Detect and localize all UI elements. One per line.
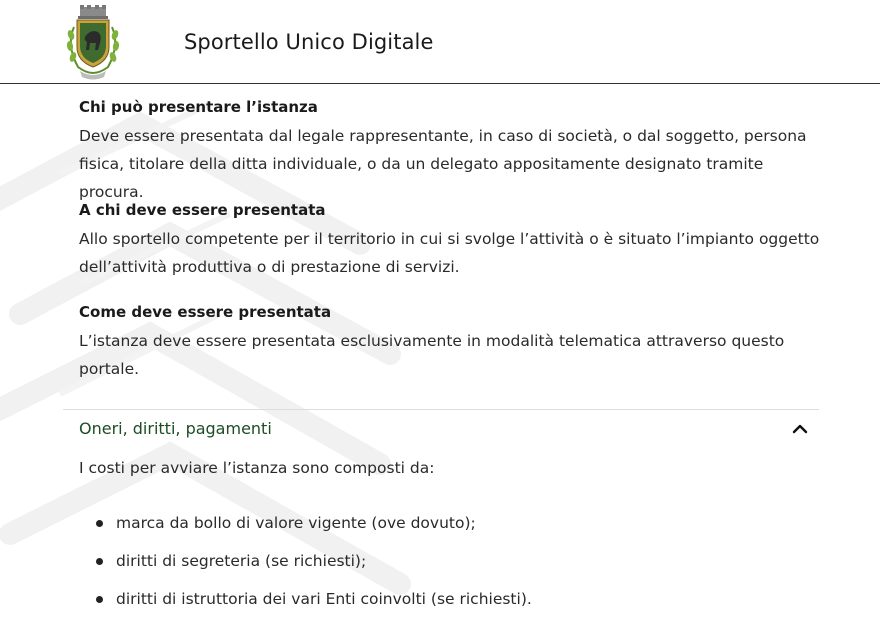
accordion-intro: I costi per avviare l’istanza sono compo… (79, 459, 435, 477)
section-body: L’istanza deve essere presentata esclusi… (79, 332, 785, 378)
site-header: Sportello Unico Digitale (0, 0, 880, 84)
list-item: diritti di istruttoria dei vari Enti coi… (96, 580, 532, 618)
list-item-text: diritti di segreteria (se richiesti); (116, 552, 367, 570)
section-heading: A chi deve essere presentata (79, 201, 326, 219)
list-item-text: diritti di istruttoria dei vari Enti coi… (116, 590, 532, 608)
section-heading: Come deve essere presentata (79, 303, 332, 321)
section-body: Deve essere presentata dal legale rappre… (79, 127, 807, 201)
bullet-icon (96, 558, 103, 565)
chevron-up-icon[interactable] (791, 420, 809, 438)
bullet-icon (96, 520, 103, 527)
section-a-chi-presentare: A chi deve essere presentata Allo sporte… (79, 199, 829, 281)
list-item: marca da bollo di valore vigente (ove do… (96, 504, 532, 542)
costs-list: marca da bollo di valore vigente (ove do… (96, 504, 532, 618)
section-chi-puo-presentare: Chi può presentare l’istanza Deve essere… (79, 96, 829, 206)
list-item: diritti di segreteria (se richiesti); (96, 542, 532, 580)
coat-of-arms-icon[interactable] (60, 5, 126, 81)
accordion-title: Oneri, diritti, pagamenti (79, 419, 272, 438)
list-item-text: marca da bollo di valore vigente (ove do… (116, 514, 476, 532)
section-body: Allo sportello competente per il territo… (79, 230, 820, 276)
accordion-divider (63, 409, 819, 410)
accordion-oneri-toggle[interactable]: Oneri, diritti, pagamenti (63, 416, 819, 444)
site-title[interactable]: Sportello Unico Digitale (184, 30, 434, 54)
section-come-presentare: Come deve essere presentata L’istanza de… (79, 301, 829, 383)
section-heading: Chi può presentare l’istanza (79, 98, 318, 116)
bullet-icon (96, 596, 103, 603)
